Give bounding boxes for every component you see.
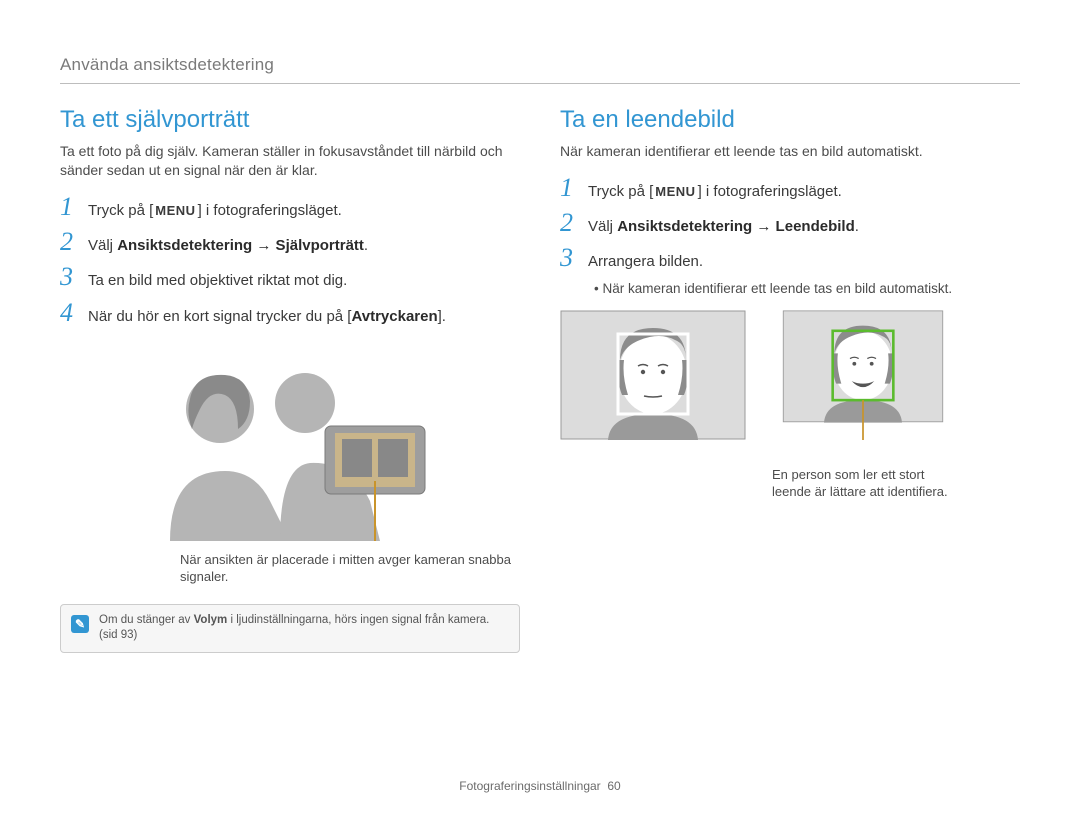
- step-number: 1: [560, 175, 578, 201]
- selfie-illustration: [130, 351, 450, 541]
- right-step-3: 3 Arrangera bilden.: [560, 245, 1020, 272]
- smile-figures: En person som ler ett stort leende är lä…: [560, 310, 1020, 501]
- smile-figure-smile: En person som ler ett stort leende är lä…: [770, 310, 956, 501]
- left-steps: 1 Tryck på [MENU] i fotograferingsläget.…: [60, 194, 520, 327]
- step-number: 2: [560, 210, 578, 236]
- right-step-1: 1 Tryck på [MENU] i fotograferingsläget.: [560, 175, 1020, 202]
- selfie-caption: När ansikten är placerade i mitten avger…: [180, 551, 520, 586]
- right-heading: Ta en leendebild: [560, 106, 1020, 134]
- right-intro: När kameran identifierar ett leende tas …: [560, 142, 1020, 161]
- step-text: Ta en bild med objektivet riktat mot dig…: [88, 271, 347, 291]
- divider: [60, 83, 1020, 84]
- step-number: 3: [60, 264, 78, 290]
- step-number: 2: [60, 229, 78, 255]
- step-text: Tryck på [MENU] i fotograferingsläget.: [588, 182, 842, 202]
- left-step-2: 2 Välj Ansiktsdetektering → Självporträt…: [60, 229, 520, 256]
- left-step-3: 3 Ta en bild med objektivet riktat mot d…: [60, 264, 520, 291]
- left-step-4: 4 När du hör en kort signal trycker du p…: [60, 300, 520, 327]
- note-text: Om du stänger av Volym i ljudinställning…: [99, 613, 509, 644]
- left-intro: Ta ett foto på dig själv. Kameran ställe…: [60, 142, 520, 180]
- left-step-1: 1 Tryck på [MENU] i fotograferingsläget.: [60, 194, 520, 221]
- step-number: 1: [60, 194, 78, 220]
- step-text: Välj Ansiktsdetektering → Leendebild.: [588, 217, 859, 237]
- step-text: Arrangera bilden.: [588, 252, 703, 272]
- right-steps: 1 Tryck på [MENU] i fotograferingsläget.…: [560, 175, 1020, 273]
- step-text: Välj Ansiktsdetektering → Självporträtt.: [88, 236, 368, 256]
- smile-figure-neutral: [560, 310, 746, 501]
- smile-caption: En person som ler ett stort leende är lä…: [772, 467, 956, 501]
- page-footer: Fotograferingsinställningar 60: [0, 779, 1080, 793]
- right-step-2: 2 Välj Ansiktsdetektering → Leendebild.: [560, 210, 1020, 237]
- step-number: 3: [560, 245, 578, 271]
- right-column: Ta en leendebild När kameran identifiera…: [560, 106, 1020, 653]
- left-column: Ta ett självporträtt Ta ett foto på dig …: [60, 106, 520, 653]
- step-number: 4: [60, 300, 78, 326]
- menu-icon: MENU: [153, 202, 197, 220]
- step-text: Tryck på [MENU] i fotograferingsläget.: [88, 201, 342, 221]
- note-icon: ✎: [71, 615, 89, 633]
- note-box: ✎ Om du stänger av Volym i ljudinställni…: [60, 604, 520, 653]
- left-heading: Ta ett självporträtt: [60, 106, 520, 134]
- right-sub-bullet: När kameran identifierar ett leende tas …: [594, 281, 1020, 296]
- breadcrumb: Använda ansiktsdetektering: [60, 55, 1020, 75]
- step-text: När du hör en kort signal trycker du på …: [88, 307, 446, 327]
- menu-icon: MENU: [653, 183, 697, 201]
